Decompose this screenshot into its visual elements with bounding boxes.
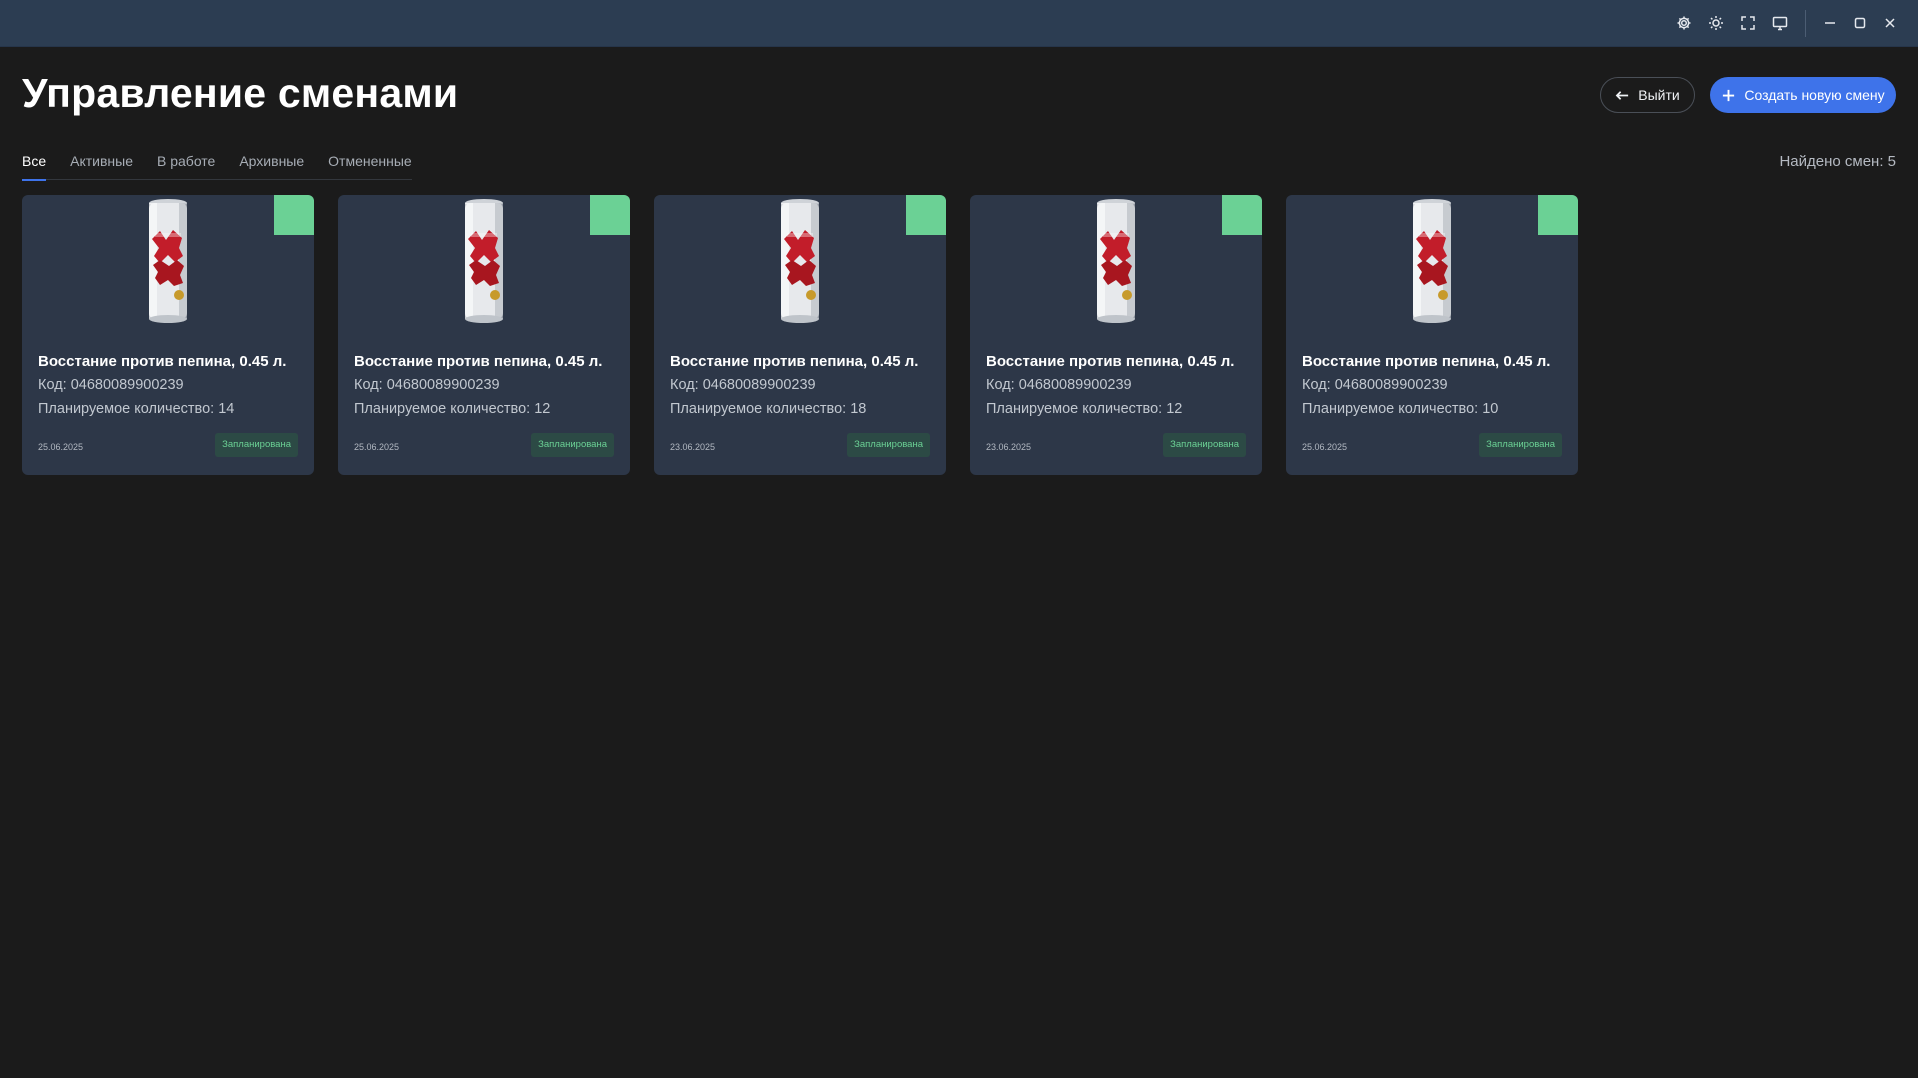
status-tabs: Все Активные В работе Архивные Отмененны… <box>22 150 412 181</box>
close-icon[interactable] <box>1879 12 1901 34</box>
tab-cancelled[interactable]: Отмененные <box>328 150 412 180</box>
card-code: Код: 04680089900239 <box>354 377 500 393</box>
status-corner-marker <box>590 195 630 235</box>
tab-all[interactable]: Все <box>22 150 47 181</box>
status-corner-marker <box>274 195 314 235</box>
fullscreen-icon[interactable] <box>1737 12 1759 34</box>
card-title: Восстание против пепина, 0.45 л. <box>354 353 603 370</box>
card-code: Код: 04680089900239 <box>986 377 1132 393</box>
create-shift-button-label: Создать новую смену <box>1744 87 1885 103</box>
found-count: Найдено смен: 5 <box>1779 153 1896 170</box>
product-image <box>1286 197 1578 327</box>
gear-icon[interactable] <box>1673 12 1695 34</box>
card-planned-quantity: Планируемое количество: 12 <box>986 401 1183 417</box>
tab-in-progress[interactable]: В работе <box>157 150 215 180</box>
card-title: Восстание против пепина, 0.45 л. <box>1302 353 1551 370</box>
card-date: 23.06.2025 <box>986 442 1032 452</box>
shift-card[interactable]: Восстание против пепина, 0.45 л. Код: 04… <box>22 195 314 475</box>
minimize-icon[interactable] <box>1819 12 1841 34</box>
maximize-icon[interactable] <box>1849 12 1871 34</box>
titlebar-divider <box>1805 10 1806 37</box>
card-planned-quantity: Планируемое количество: 18 <box>670 401 867 417</box>
window-titlebar <box>0 0 1918 47</box>
shift-cards-grid: Восстание против пепина, 0.45 л. Код: 04… <box>22 195 1578 475</box>
plus-icon <box>1723 89 1735 101</box>
shift-card[interactable]: Восстание против пепина, 0.45 л. Код: 04… <box>1286 195 1578 475</box>
product-image <box>22 197 314 327</box>
status-corner-marker <box>1538 195 1578 235</box>
product-image <box>970 197 1262 327</box>
create-shift-button[interactable]: Создать новую смену <box>1710 77 1896 113</box>
card-code: Код: 04680089900239 <box>38 377 184 393</box>
card-planned-quantity: Планируемое количество: 10 <box>1302 401 1499 417</box>
page-title: Управление сменами <box>22 70 459 116</box>
sun-icon[interactable] <box>1705 12 1727 34</box>
tab-active[interactable]: Активные <box>70 150 133 180</box>
card-planned-quantity: Планируемое количество: 12 <box>354 401 551 417</box>
card-title: Восстание против пепина, 0.45 л. <box>38 353 287 370</box>
card-date: 25.06.2025 <box>354 442 400 452</box>
card-title: Восстание против пепина, 0.45 л. <box>986 353 1235 370</box>
status-badge: Запланирована <box>531 433 614 457</box>
shift-card[interactable]: Восстание против пепина, 0.45 л. Код: 04… <box>654 195 946 475</box>
status-badge: Запланирована <box>1163 433 1246 457</box>
card-title: Восстание против пепина, 0.45 л. <box>670 353 919 370</box>
product-image <box>338 197 630 327</box>
card-date: 25.06.2025 <box>1302 442 1348 452</box>
status-corner-marker <box>1222 195 1262 235</box>
status-badge: Запланирована <box>1479 433 1562 457</box>
card-code: Код: 04680089900239 <box>1302 377 1448 393</box>
product-image <box>654 197 946 327</box>
card-code: Код: 04680089900239 <box>670 377 816 393</box>
status-badge: Запланирована <box>215 433 298 457</box>
exit-button-label: Выйти <box>1638 87 1680 103</box>
card-date: 23.06.2025 <box>670 442 716 452</box>
card-date: 25.06.2025 <box>38 442 84 452</box>
exit-button[interactable]: Выйти <box>1600 77 1695 113</box>
status-corner-marker <box>906 195 946 235</box>
shift-card[interactable]: Восстание против пепина, 0.45 л. Код: 04… <box>970 195 1262 475</box>
monitor-icon[interactable] <box>1769 12 1791 34</box>
card-planned-quantity: Планируемое количество: 14 <box>38 401 235 417</box>
arrow-left-icon <box>1615 90 1629 100</box>
shift-card[interactable]: Восстание против пепина, 0.45 л. Код: 04… <box>338 195 630 475</box>
status-badge: Запланирована <box>847 433 930 457</box>
tab-archived[interactable]: Архивные <box>239 150 304 180</box>
